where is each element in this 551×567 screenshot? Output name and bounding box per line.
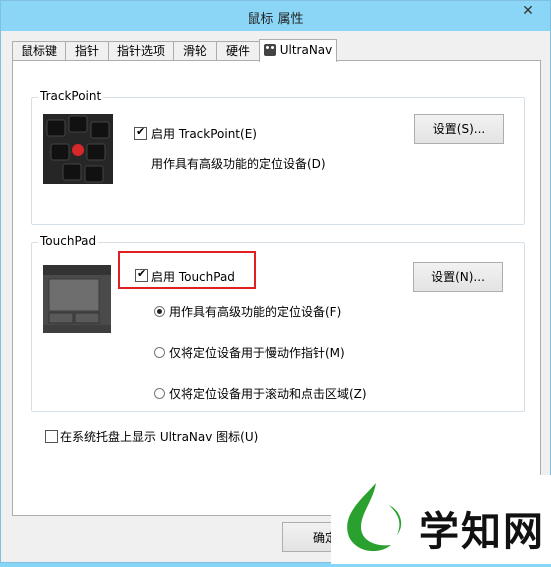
tab-ultranav[interactable]: UltraNav: [259, 39, 337, 62]
trackpoint-description: 用作具有高级功能的定位设备(D): [151, 157, 326, 171]
tab-pointer-options[interactable]: 指针选项: [108, 41, 174, 60]
tab-wheel[interactable]: 滑轮: [173, 41, 217, 60]
touchpad-option-advanced-label[interactable]: 用作具有高级功能的定位设备(F): [169, 303, 341, 320]
trackpoint-group-label: TrackPoint: [38, 89, 104, 103]
highlight-box: [118, 251, 256, 289]
watermark: 学知网: [331, 475, 551, 564]
trackpoint-enable-label[interactable]: 启用 TrackPoint(E): [151, 125, 257, 142]
touchpad-option-slow-radio[interactable]: [154, 347, 165, 358]
touchpad-option-slow-label[interactable]: 仅将定位设备用于慢动作指针(M): [169, 344, 345, 361]
trackpoint-group: TrackPoint 启用 TrackPoint(E) 设置(S)... 用作具…: [31, 89, 525, 225]
trackpoint-enable-checkbox[interactable]: [134, 125, 147, 140]
ultranav-icon: [263, 44, 276, 56]
tab-buttons[interactable]: 鼠标键: [12, 41, 66, 60]
trackpoint-image: [43, 114, 113, 184]
tab-ultranav-label: UltraNav: [279, 43, 333, 57]
mouse-properties-window: 鼠标 属性 ✕ 鼠标键 指针 指针选项 滑轮 硬件 UltraNav Track…: [0, 0, 551, 564]
window-title: 鼠标 属性: [247, 12, 304, 27]
tab-hardware[interactable]: 硬件: [216, 41, 260, 60]
touchpad-group: TouchPad 启用 TouchPad 设置(N)... 用作具有高级功能的定…: [31, 234, 525, 412]
title-bar[interactable]: 鼠标 属性 ✕: [1, 1, 550, 31]
watermark-text: 学知网: [419, 509, 545, 555]
touchpad-option-scroll-radio[interactable]: [154, 388, 165, 399]
touchpad-image: [43, 265, 111, 333]
tray-icon-checkbox[interactable]: [45, 430, 58, 443]
tab-pointers[interactable]: 指针: [65, 41, 109, 60]
touchpad-option-scroll-label[interactable]: 仅将定位设备用于滚动和点击区域(Z): [169, 385, 367, 402]
close-button[interactable]: ✕: [516, 1, 540, 21]
touchpad-settings-button[interactable]: 设置(N)...: [413, 262, 503, 292]
touchpad-group-label: TouchPad: [38, 234, 99, 248]
trackpoint-settings-button[interactable]: 设置(S)...: [414, 114, 504, 144]
touchpad-option-advanced-radio[interactable]: [154, 306, 165, 317]
tab-panel: TrackPoint 启用 TrackPoint(E) 设置(S)... 用作具…: [12, 60, 541, 516]
tray-icon-label[interactable]: 在系统托盘上显示 UltraNav 图标(U): [60, 428, 258, 445]
